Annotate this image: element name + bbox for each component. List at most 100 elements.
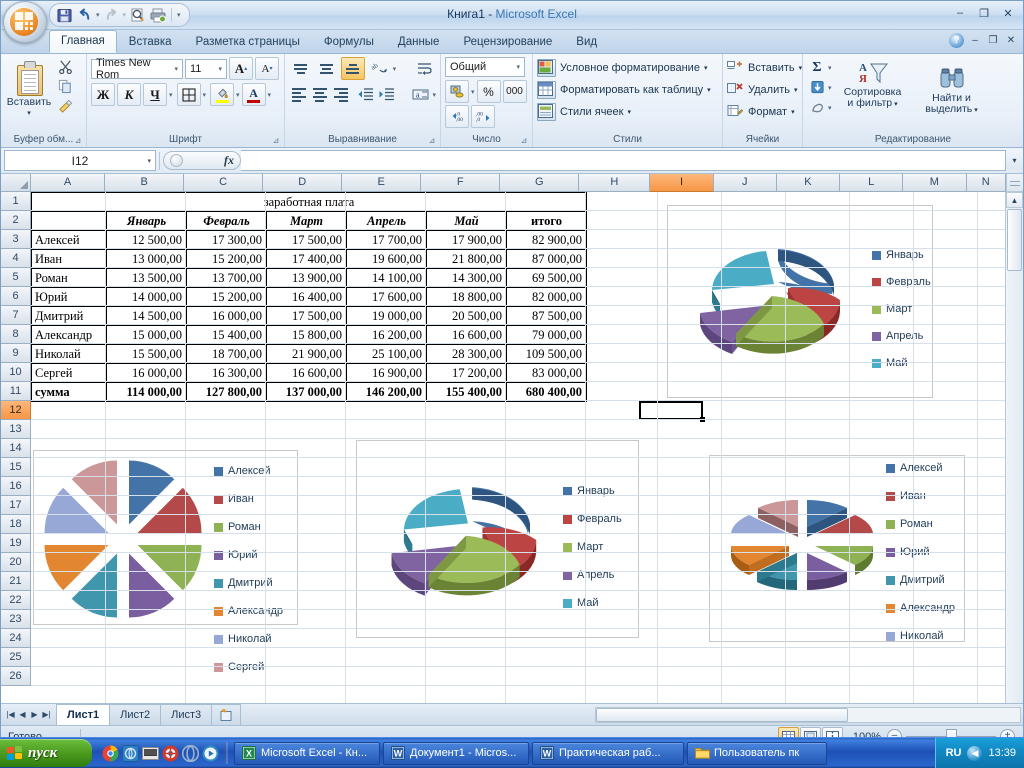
column-header-F[interactable]: F [421, 174, 501, 192]
row-header-4[interactable]: 4 [1, 249, 31, 268]
tab-formulas[interactable]: Формулы [312, 31, 386, 53]
table-cell-value[interactable]: 16 000,00 [186, 306, 267, 326]
legend-item[interactable]: Май [563, 597, 622, 609]
row-header-22[interactable]: 22 [1, 591, 31, 610]
column-header-B[interactable]: B [105, 174, 185, 192]
table-cell-sum-value[interactable]: 137 000,00 [266, 382, 347, 402]
row-header-19[interactable]: 19 [1, 534, 31, 553]
text-orientation-icon[interactable]: ab [367, 57, 391, 80]
table-cell-value[interactable]: 16 000,00 [106, 363, 187, 383]
select-all-corner[interactable] [1, 174, 31, 192]
table-column-header[interactable] [31, 211, 107, 231]
table-cell-name[interactable]: Алексей [31, 230, 107, 250]
table-cell-value[interactable]: 21 900,00 [266, 344, 347, 364]
clear-eraser-icon[interactable] [807, 98, 827, 117]
increase-indent-icon[interactable] [377, 83, 396, 106]
column-header-M[interactable]: M [903, 174, 967, 192]
column-header-I[interactable]: I [650, 174, 714, 192]
table-cell-total[interactable]: 87 000,00 [506, 249, 587, 269]
table-cell-name[interactable]: Роман [31, 268, 107, 288]
align-bottom-icon[interactable] [340, 57, 365, 80]
row-header-3[interactable]: 3 [1, 230, 31, 249]
row-header-11[interactable]: 11 [1, 382, 31, 401]
alignment-dialog-launcher[interactable]: ⊿ [427, 134, 437, 145]
table-cell-value[interactable]: 15 000,00 [106, 325, 187, 345]
table-cell-value[interactable]: 16 600,00 [266, 363, 347, 383]
table-cell-value[interactable]: 13 900,00 [266, 268, 347, 288]
borders-caret[interactable]: ▾ [203, 91, 207, 99]
tab-review[interactable]: Рецензирование [451, 31, 564, 53]
font-color-button[interactable]: A [241, 83, 266, 106]
volume-icon[interactable]: ◀ [967, 745, 983, 761]
table-cell-total[interactable]: 69 500,00 [506, 268, 587, 288]
table-cell-value[interactable]: 17 700,00 [346, 230, 427, 250]
table-cell-value[interactable]: 19 000,00 [346, 306, 427, 326]
sheet-nav-prev[interactable]: ◀ [17, 710, 28, 719]
table-cell-sum-label[interactable]: сумма [31, 382, 107, 402]
table-column-header[interactable]: Март [266, 211, 347, 231]
table-cell-value[interactable]: 16 400,00 [266, 287, 347, 307]
legend-item[interactable]: Роман [214, 521, 283, 533]
table-cell-value[interactable]: 15 800,00 [266, 325, 347, 345]
row-header-13[interactable]: 13 [1, 420, 31, 439]
browser-icon[interactable] [122, 744, 139, 762]
table-title-cell[interactable]: заработная плата [31, 192, 587, 212]
table-cell-value[interactable]: 15 200,00 [186, 249, 267, 269]
chart-months-3d-top[interactable]: Январь Февраль Март Апрель Май [667, 205, 933, 398]
column-header-C[interactable]: C [184, 174, 264, 192]
table-cell-value[interactable]: 17 200,00 [426, 363, 507, 383]
sort-filter-button[interactable]: AЯ Сортировка и фильтр ▾ [834, 57, 912, 123]
language-indicator[interactable]: RU [946, 747, 962, 759]
antivirus-icon[interactable] [162, 745, 179, 762]
column-header-K[interactable]: K [776, 174, 841, 192]
thousands-format-button[interactable]: 000 [502, 80, 527, 103]
number-format-caret[interactable]: ▾ [514, 63, 522, 71]
grow-font-button[interactable]: A ▴ [229, 57, 253, 80]
orientation-caret[interactable]: ▾ [393, 65, 397, 73]
table-cell-sum-value[interactable]: 146 200,00 [346, 382, 427, 402]
media-icon[interactable] [142, 745, 159, 762]
table-column-header[interactable]: Февраль [186, 211, 267, 231]
insert-cells-button[interactable]: Вставить ▾ [727, 57, 802, 79]
table-cell-value[interactable]: 15 500,00 [106, 344, 187, 364]
scroll-up-arrow[interactable]: ▲ [1006, 192, 1023, 208]
format-as-table-button[interactable]: Форматировать как таблицу ▾ [537, 79, 718, 101]
row-header-24[interactable]: 24 [1, 629, 31, 648]
sheet-nav-last[interactable]: ▶| [41, 710, 52, 719]
taskbar-item-document1[interactable]: W Документ1 - Micros... [383, 741, 529, 765]
format-as-table-caret[interactable]: ▾ [707, 86, 711, 94]
sheet-nav-first[interactable]: |◀ [5, 710, 16, 719]
legend-item[interactable]: Сергей [214, 661, 283, 673]
font-size-combo[interactable]: 11 ▾ [185, 58, 227, 79]
table-cell-value[interactable]: 14 100,00 [346, 268, 427, 288]
cell-styles-button[interactable]: Стили ячеек ▾ [537, 101, 718, 123]
increase-decimal-button[interactable]: ,00,0 [471, 105, 495, 128]
legend-item[interactable]: Январь [872, 249, 931, 261]
format-cells-button[interactable]: Формат ▾ [727, 101, 798, 123]
format-painter-icon[interactable] [55, 97, 75, 116]
font-color-caret[interactable]: ▾ [268, 91, 272, 99]
row-header-14[interactable]: 14 [1, 439, 31, 458]
sheet-tab-list1[interactable]: Лист1 [56, 704, 111, 725]
font-size-caret[interactable]: ▾ [216, 65, 224, 73]
insert-function-button[interactable]: fx [163, 151, 241, 170]
copy-icon[interactable] [55, 77, 75, 96]
conditional-formatting-button[interactable]: Условное форматирование ▾ [537, 57, 718, 79]
table-cell-total[interactable]: 82 000,00 [506, 287, 587, 307]
tab-insert[interactable]: Вставка [117, 31, 184, 53]
table-cell-value[interactable]: 17 500,00 [266, 306, 347, 326]
table-cell-value[interactable]: 16 200,00 [346, 325, 427, 345]
table-cell-name[interactable]: Юрий [31, 287, 107, 307]
row-header-6[interactable]: 6 [1, 287, 31, 306]
office-button[interactable] [3, 1, 47, 43]
column-header-D[interactable]: D [263, 174, 343, 192]
sheet-tab-list2[interactable]: Лист2 [109, 704, 162, 725]
table-cell-value[interactable]: 15 200,00 [186, 287, 267, 307]
table-cell-value[interactable]: 21 800,00 [426, 249, 507, 269]
legend-item[interactable]: Александр [886, 602, 955, 614]
table-cell-sum-value[interactable]: 155 400,00 [426, 382, 507, 402]
restore-workbook-button[interactable]: ❐ [986, 35, 1000, 46]
table-column-header[interactable]: Апрель [346, 211, 427, 231]
close-workbook-button[interactable]: ✕ [1004, 35, 1018, 46]
vertical-scrollbar[interactable]: ▲ [1005, 192, 1023, 703]
